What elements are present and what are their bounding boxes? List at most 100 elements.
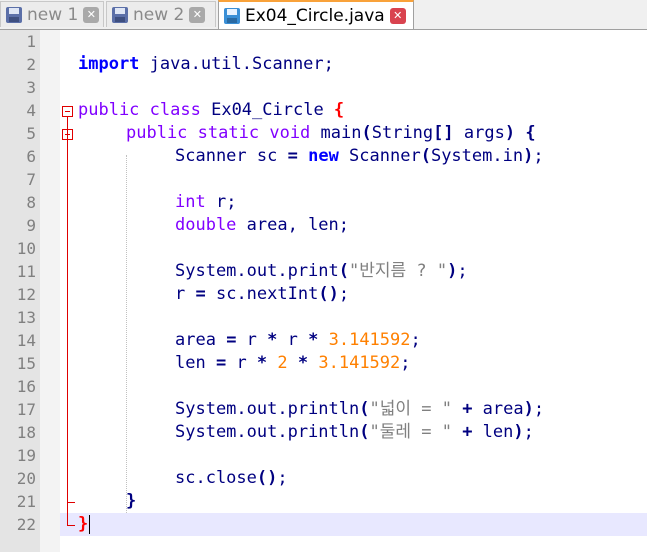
token-text: System.in	[430, 146, 524, 166]
tab-bar: new 1 ✕ new 2 ✕ Ex04_Circle.java ✕	[0, 0, 647, 30]
token-text: java.util.Scanner;	[139, 54, 334, 74]
token-keyword: class	[149, 100, 201, 120]
token-operator: =	[226, 330, 237, 350]
tab-new-1[interactable]: new 1 ✕	[0, 1, 104, 27]
line-number: 21	[16, 492, 36, 511]
token-text: args	[453, 123, 505, 143]
close-icon[interactable]: ✕	[83, 6, 100, 23]
token-paren: (	[359, 399, 370, 419]
token-text: String	[371, 123, 434, 143]
code-line-20: sc.close();	[175, 467, 288, 490]
line-number: 3	[26, 78, 36, 97]
code-line-15: len = r * 2 * 3.141592;	[175, 352, 411, 375]
token-brace: }	[78, 514, 89, 534]
token-operator: =	[287, 146, 298, 166]
line-number: 8	[26, 193, 36, 212]
token-paren: )	[504, 123, 516, 143]
line-number: 6	[26, 147, 36, 166]
token-bracket: []	[433, 123, 454, 143]
code-line-4: public class Ex04_Circle {	[78, 99, 344, 122]
token-paren: (	[361, 123, 372, 143]
token-semicolon: ;	[277, 468, 288, 488]
line-number: 17	[16, 400, 36, 419]
token-text: area	[175, 330, 227, 350]
code-line-22: }	[78, 513, 88, 536]
close-icon[interactable]: ✕	[189, 6, 206, 23]
fold-end-icon	[67, 502, 75, 503]
line-number: 22	[16, 515, 36, 534]
code-line-18: System.out.println("둘레 = " + len);	[175, 421, 534, 444]
tab-label: new 1	[27, 4, 79, 25]
line-number: 16	[16, 377, 36, 396]
token-text: len	[175, 353, 216, 373]
code-line-12: r = sc.nextInt();	[175, 283, 349, 306]
line-number: 20	[16, 469, 36, 488]
line-number: 14	[16, 331, 36, 350]
line-number: 13	[16, 308, 36, 327]
line-number: 7	[26, 170, 36, 189]
token-paren: )	[523, 146, 534, 166]
token-text: System.out.print	[175, 261, 339, 281]
token-operator: =	[195, 284, 206, 304]
line-number: 1	[26, 32, 36, 51]
token-text: Scanner sc	[175, 146, 288, 166]
save-disk-icon	[111, 6, 129, 24]
code-line-11: System.out.print("반지름 ? ");	[175, 260, 468, 283]
token-operator: *	[287, 353, 309, 373]
token-semicolon: ;	[533, 146, 544, 166]
token-text: r	[277, 330, 309, 350]
token-text: main	[310, 123, 362, 143]
token-text: r	[236, 330, 268, 350]
token-operator: *	[308, 330, 319, 350]
token-text: Scanner	[338, 146, 421, 166]
line-number: 15	[16, 354, 36, 373]
line-number: 2	[26, 55, 36, 74]
code-line-14: area = r * r * 3.141592;	[175, 329, 421, 352]
token-text: area, len;	[236, 215, 350, 235]
token-text: sc.nextInt	[205, 284, 319, 304]
token-paren: ()	[318, 284, 339, 304]
tab-new-2[interactable]: new 2 ✕	[106, 1, 216, 27]
tab-label: Ex04_Circle.java	[245, 5, 385, 26]
tab-label: new 2	[133, 4, 185, 25]
code-line-6: Scanner sc = new Scanner(System.in);	[175, 145, 544, 168]
token-semicolon: ;	[533, 399, 545, 419]
token-text: r;	[205, 192, 237, 212]
token-text: Ex04_Circle	[200, 100, 334, 120]
save-disk-icon	[223, 7, 241, 25]
line-number: 11	[16, 262, 36, 281]
line-number: 12	[16, 285, 36, 304]
code-line-17: System.out.println("넓이 = " + area);	[175, 398, 544, 421]
line-number: 9	[26, 216, 36, 235]
token-paren: (	[420, 146, 431, 166]
token-semicolon: ;	[400, 353, 411, 373]
token-semicolon: ;	[523, 422, 534, 442]
token-keyword: double	[175, 215, 237, 235]
code-line-9: double area, len;	[175, 214, 349, 237]
token-paren: )	[513, 422, 524, 442]
text-caret	[89, 515, 90, 534]
token-keyword: int	[175, 192, 206, 212]
token-string: "넓이 = "	[369, 399, 452, 419]
token-keyword: new	[308, 146, 339, 166]
token-paren: ()	[256, 468, 278, 488]
token-number: 3.141592	[318, 330, 411, 350]
code-editor[interactable]: 1 2 3 4 5 6 7 8 9 10 11 12 13 14 15 16 1…	[0, 30, 647, 552]
token-keyword: import	[78, 54, 140, 74]
token-paren: (	[359, 422, 370, 442]
line-number: 4	[26, 101, 36, 120]
code-line-21: }	[126, 490, 136, 513]
token-text: r	[175, 284, 196, 304]
token-string: "둘레 = "	[369, 422, 452, 442]
token-string: "반지름 ? "	[349, 261, 448, 281]
token-paren: )	[523, 399, 534, 419]
fold-end-icon	[67, 525, 75, 526]
code-line-8: int r;	[175, 191, 236, 214]
token-keyword: public	[126, 123, 188, 143]
token-text: sc.close	[175, 468, 257, 488]
tab-ex04-circle-java[interactable]: Ex04_Circle.java ✕	[218, 0, 414, 29]
token-operator: *	[256, 353, 268, 373]
token-keyword: public	[78, 100, 140, 120]
token-text: System.out.println	[175, 399, 360, 419]
close-icon[interactable]: ✕	[389, 7, 406, 24]
